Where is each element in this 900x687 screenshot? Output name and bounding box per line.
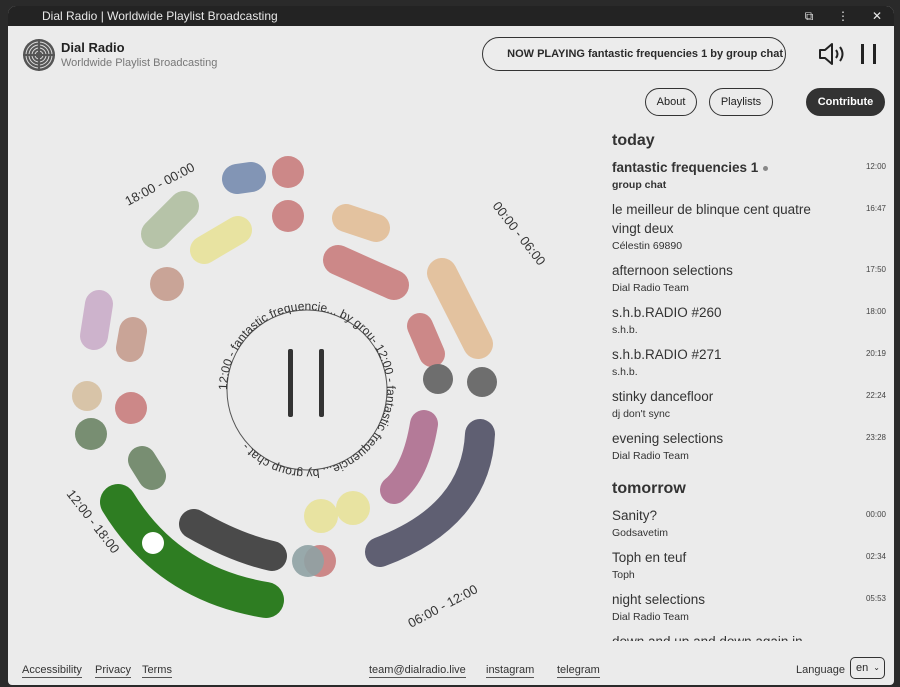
- show-segment[interactable]: [323, 245, 409, 300]
- show-segment[interactable]: [407, 313, 445, 367]
- schedule-item[interactable]: s.h.b.RADIO #271 s.h.b. 20:19: [612, 345, 890, 378]
- show-title: down and up and down again in: [612, 632, 890, 641]
- show-title: fantastic frequencies 1: [612, 158, 890, 177]
- show-segment[interactable]: [427, 258, 493, 359]
- telegram-link[interactable]: telegram: [557, 664, 600, 678]
- show-segment[interactable]: [80, 290, 113, 350]
- show-dot[interactable]: [115, 392, 147, 424]
- schedule-item[interactable]: evening selections Dial Radio Team 23:28: [612, 429, 890, 462]
- pause-bar-icon: [861, 44, 864, 64]
- browser-window: Dial Radio | Worldwide Playlist Broadcas…: [8, 6, 894, 685]
- show-title: stinky dancefloor: [612, 389, 714, 404]
- show-segment[interactable]: [380, 410, 438, 504]
- show-time: 17:50: [865, 265, 886, 274]
- contribute-button[interactable]: Contribute: [806, 88, 885, 116]
- accessibility-link[interactable]: Accessibility: [22, 664, 82, 678]
- schedule-item[interactable]: afternoon selections Dial Radio Team 17:50: [612, 261, 890, 294]
- show-host: Dial Radio Team: [612, 611, 689, 623]
- show-host: Godsavetim: [612, 527, 669, 539]
- schedule-item[interactable]: Sanity? Godsavetim 00:00: [612, 506, 890, 539]
- show-host: Dial Radio Team: [612, 450, 689, 462]
- schedule-item[interactable]: stinky dancefloor dj don't sync 22:24: [612, 387, 890, 420]
- schedule-item[interactable]: le meilleur de blinque cent quatre vingt…: [612, 200, 890, 252]
- show-dot[interactable]: [272, 156, 304, 188]
- show-time: 02:34: [865, 552, 886, 561]
- language-label: Language: [796, 664, 845, 676]
- playlists-button[interactable]: Playlists: [709, 88, 773, 116]
- extensions-icon[interactable]: ⧉: [802, 6, 816, 26]
- center-pause-bar-icon[interactable]: [288, 349, 293, 417]
- show-title: le meilleur de blinque cent quatre vingt…: [612, 202, 811, 236]
- show-time: 23:28: [865, 433, 886, 442]
- show-title: night selections: [612, 592, 706, 607]
- menu-icon[interactable]: ⋮: [836, 6, 850, 26]
- show-title: evening selections: [612, 431, 724, 446]
- show-time: 22:24: [865, 391, 886, 400]
- show-dot[interactable]: [150, 267, 184, 301]
- show-segment[interactable]: [190, 216, 252, 264]
- show-time: 05:53: [865, 594, 886, 603]
- show-time: 12:00: [865, 162, 886, 171]
- volume-icon[interactable]: [818, 42, 848, 66]
- tomorrow-heading: tomorrow: [612, 480, 686, 497]
- live-dot-icon: [763, 165, 769, 171]
- show-host: s.h.b.: [612, 366, 638, 378]
- show-host: Dial Radio Team: [612, 282, 689, 294]
- schedule-item[interactable]: fantastic frequencies 1 group chat 12:00: [612, 158, 890, 191]
- show-segment[interactable]: [332, 204, 390, 242]
- terms-link[interactable]: Terms: [142, 664, 172, 678]
- show-host: Célestin 69890: [612, 240, 683, 252]
- show-title: afternoon selections: [612, 263, 733, 278]
- ring-text: 12:00 - fantastic frequencie... by grou-…: [216, 299, 398, 481]
- show-time: 16:47: [865, 204, 886, 213]
- playhead-marker[interactable]: [142, 532, 164, 554]
- language-select[interactable]: en ⌄: [850, 657, 885, 679]
- show-dot[interactable]: [272, 200, 304, 232]
- schedule-list: today fantastic frequencies 1 group chat 1…: [612, 130, 890, 641]
- schedule-item[interactable]: s.h.b.RADIO #260 s.h.b. 18:00: [612, 303, 890, 336]
- about-button[interactable]: About: [645, 88, 697, 116]
- dial-label-00-06: 00:00 - 06:00: [490, 199, 549, 269]
- schedule-item[interactable]: down and up and down again in: [612, 632, 890, 641]
- show-host: s.h.b.: [612, 324, 638, 336]
- show-segment[interactable]: [222, 162, 266, 194]
- show-host: Toph: [612, 569, 635, 581]
- chevron-down-icon: ⌄: [873, 663, 880, 672]
- show-host: dj don't sync: [612, 408, 671, 420]
- show-title: s.h.b.RADIO #271: [612, 347, 722, 362]
- show-title: Toph en teuf: [612, 550, 687, 565]
- show-dot[interactable]: [292, 545, 324, 577]
- privacy-link[interactable]: Privacy: [95, 664, 132, 678]
- center-pause-bar-icon[interactable]: [319, 349, 324, 417]
- show-dot[interactable]: [304, 499, 338, 533]
- show-segment[interactable]: [179, 509, 287, 571]
- show-segment[interactable]: [128, 446, 166, 490]
- header-pause-button[interactable]: [858, 44, 880, 66]
- close-icon[interactable]: ✕: [870, 6, 884, 26]
- show-title: s.h.b.RADIO #260: [612, 305, 722, 320]
- today-heading: today: [612, 132, 655, 149]
- instagram-link[interactable]: instagram: [486, 664, 535, 678]
- show-dot[interactable]: [467, 367, 497, 397]
- schedule-dial[interactable]: 18:00 - 00:00 00:00 - 06:00 06:00 - 12:0…: [8, 6, 608, 666]
- show-time: 18:00: [865, 307, 886, 316]
- pause-bar-icon: [873, 44, 876, 64]
- show-host: group chat: [612, 179, 667, 191]
- show-segment[interactable]: [116, 317, 147, 362]
- schedule-item[interactable]: Toph en teuf Toph 02:34: [612, 548, 890, 581]
- show-dot[interactable]: [75, 418, 107, 450]
- show-segment[interactable]: [141, 191, 199, 249]
- email-link[interactable]: team@dialradio.live: [369, 664, 466, 678]
- show-time: 20:19: [865, 349, 886, 358]
- show-dot[interactable]: [336, 491, 370, 525]
- dial-label-06-12: 06:00 - 12:00: [405, 581, 480, 630]
- show-dot[interactable]: [423, 364, 453, 394]
- show-dot[interactable]: [72, 381, 102, 411]
- language-value: en: [856, 662, 869, 674]
- show-time: 00:00: [865, 510, 886, 519]
- show-title: Sanity?: [612, 508, 658, 523]
- schedule-item[interactable]: night selections Dial Radio Team 05:53: [612, 590, 890, 623]
